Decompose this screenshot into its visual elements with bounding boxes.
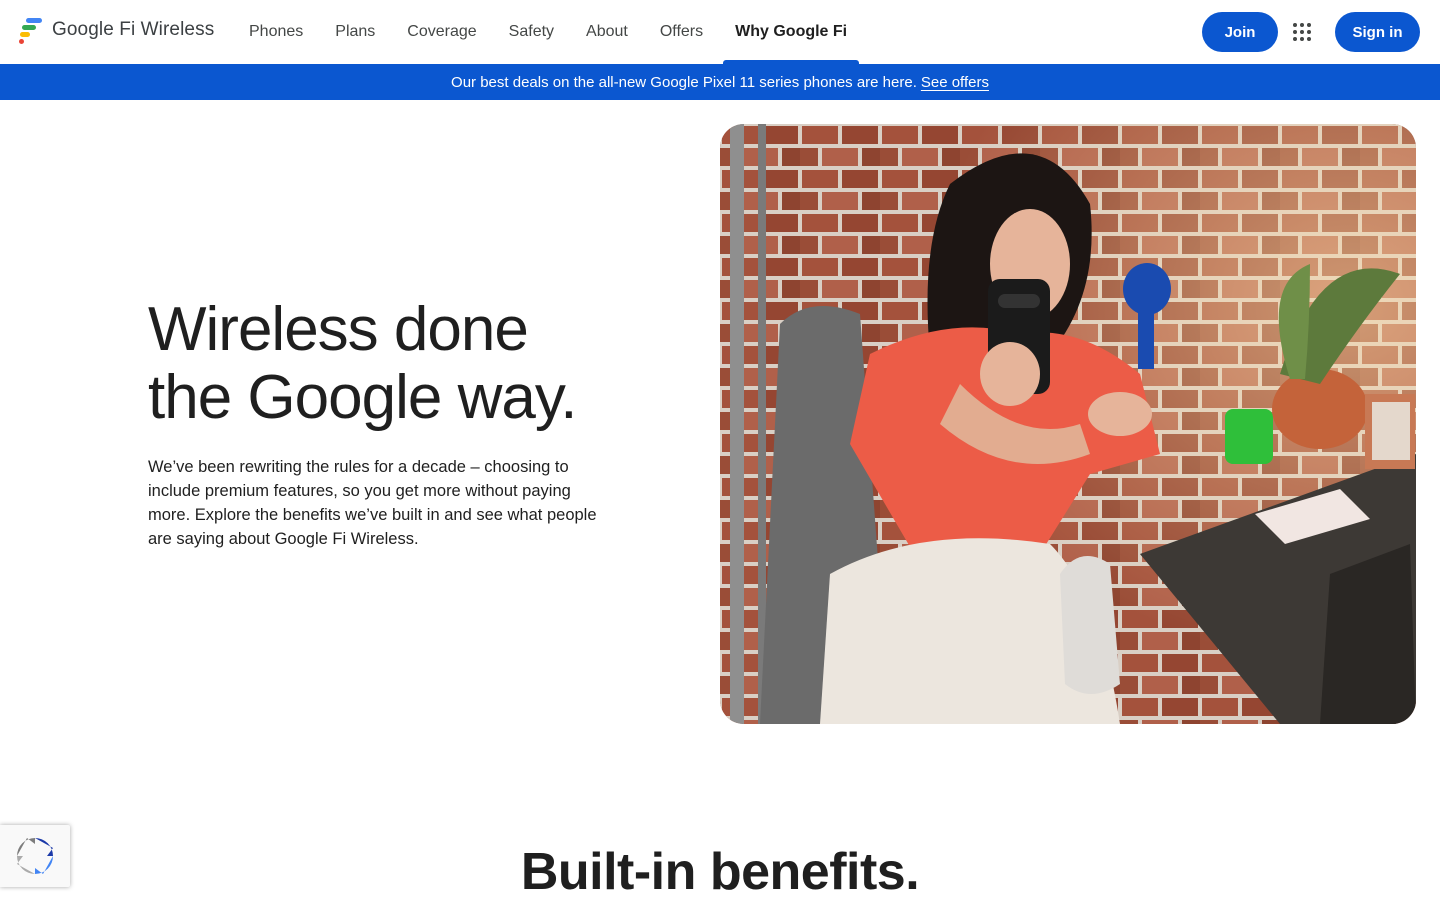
hero-title: Wireless done the Google way. xyxy=(148,296,668,432)
hero-photo xyxy=(720,124,1416,724)
sign-in-button[interactable]: Sign in xyxy=(1335,12,1420,52)
section-title: Built-in benefits. xyxy=(520,843,920,900)
promo-banner: Our best deals on the all-new Google Pix… xyxy=(0,64,1440,100)
woman-with-phone-photo xyxy=(720,124,1416,724)
join-button[interactable]: Join xyxy=(1202,12,1278,52)
hero-title-line-1: Wireless done xyxy=(148,295,529,364)
google-fi-logo[interactable]: Google Fi Wireless xyxy=(18,16,214,44)
recaptcha-badge[interactable] xyxy=(0,825,70,887)
nav-item-about[interactable]: About xyxy=(570,0,644,64)
recaptcha-icon xyxy=(17,838,53,874)
site-header: Google Fi Wireless Phones Plans Coverage… xyxy=(0,0,1440,64)
nav-item-why-google-fi[interactable]: Why Google Fi xyxy=(719,0,863,64)
nav-item-offers[interactable]: Offers xyxy=(644,0,719,64)
main-nav: Phones Plans Coverage Safety About Offer… xyxy=(233,0,863,64)
hero-description: We’ve been rewriting the rules for a dec… xyxy=(148,458,597,548)
fi-logo-icon xyxy=(18,16,44,44)
nav-item-plans[interactable]: Plans xyxy=(319,0,391,64)
see-offers-link[interactable]: See offers xyxy=(921,74,989,91)
nav-item-coverage[interactable]: Coverage xyxy=(391,0,492,64)
nav-item-phones[interactable]: Phones xyxy=(233,0,319,64)
google-apps-grid-icon[interactable] xyxy=(1288,18,1316,46)
banner-text: Our best deals on the all-new Google Pix… xyxy=(451,73,917,91)
hero-title-line-2: the Google way. xyxy=(148,363,577,432)
logo-text: Google Fi Wireless xyxy=(52,19,215,40)
nav-item-safety[interactable]: Safety xyxy=(493,0,570,64)
